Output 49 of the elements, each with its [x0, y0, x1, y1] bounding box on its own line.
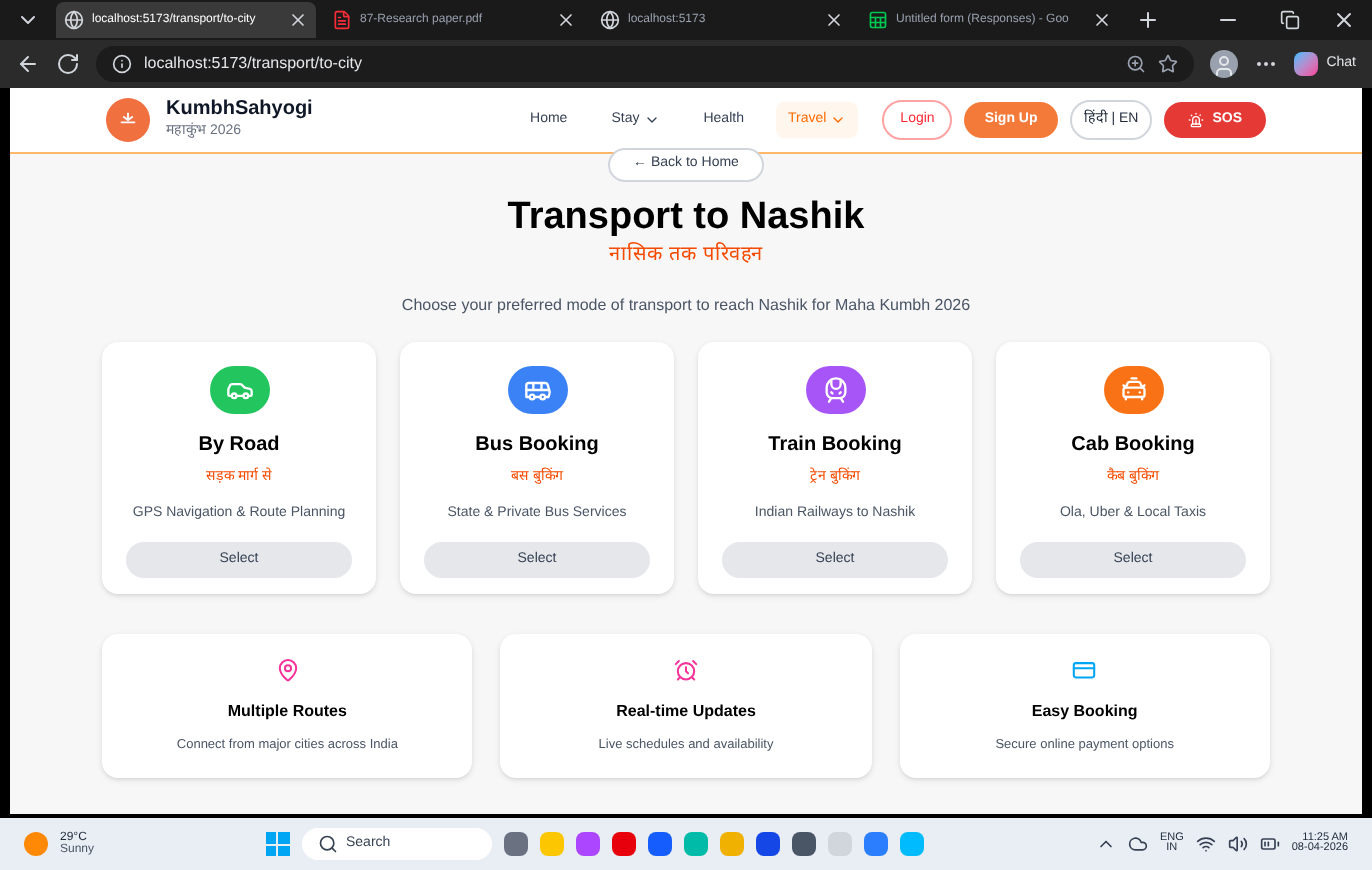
- taskbar-app-icon[interactable]: [575, 832, 600, 856]
- spreadsheet-icon: [868, 10, 888, 30]
- profile-avatar[interactable]: [1210, 50, 1239, 78]
- volume-icon[interactable]: [1227, 834, 1248, 854]
- page-subtitle: नासिक तक परिवहन: [609, 240, 763, 271]
- card-title: By Road: [198, 431, 280, 460]
- taskbar-app-icon[interactable]: [791, 832, 816, 856]
- wifi-icon[interactable]: [1195, 834, 1216, 854]
- logo-icon: [106, 98, 150, 142]
- close-icon[interactable]: [824, 10, 844, 30]
- siren-icon: [1188, 112, 1205, 128]
- map-pin-icon: [273, 658, 302, 683]
- card-title: Train Booking: [768, 431, 902, 460]
- feature-title: Real-time Updates: [616, 699, 756, 723]
- close-icon[interactable]: [1092, 10, 1112, 30]
- windows-start-icon[interactable]: [265, 832, 290, 856]
- globe-icon: [600, 10, 620, 30]
- info-icon[interactable]: [112, 54, 132, 74]
- pdf-icon: [332, 10, 352, 30]
- close-icon[interactable]: [1332, 8, 1356, 32]
- card-title: Cab Booking: [1071, 431, 1195, 460]
- taskbar-app-icon[interactable]: [647, 832, 672, 856]
- taskbar-app-icon[interactable]: [611, 832, 636, 856]
- taskbar-app-icon[interactable]: [503, 832, 528, 856]
- back-icon[interactable]: [16, 52, 40, 76]
- brand-name: KumbhSahyogi: [166, 98, 313, 122]
- close-icon[interactable]: [288, 10, 308, 30]
- chevron-icon: [830, 112, 847, 128]
- address-bar[interactable]: localhost:5173/transport/to-city: [96, 46, 1195, 82]
- chevron-icon: [643, 112, 660, 128]
- close-icon[interactable]: [556, 10, 576, 30]
- feature-title: Multiple Routes: [227, 699, 347, 723]
- battery-icon[interactable]: [1259, 834, 1280, 854]
- globe-icon: [64, 10, 84, 30]
- alarm-clock-icon: [671, 658, 700, 683]
- cloud-icon[interactable]: [1127, 834, 1148, 854]
- zoom-icon[interactable]: [1126, 54, 1147, 74]
- restore-icon[interactable]: [1280, 10, 1300, 30]
- star-icon[interactable]: [1158, 54, 1179, 74]
- taskbar-app-icon[interactable]: [863, 832, 888, 856]
- card-title: Bus Booking: [475, 431, 599, 460]
- credit-card-icon: [1070, 658, 1099, 683]
- search-icon: [317, 834, 338, 854]
- taskbar-app-icon[interactable]: [755, 832, 780, 856]
- page-title: Transport to Nashik: [507, 193, 865, 241]
- new-tab-icon[interactable]: [1136, 8, 1160, 32]
- page-description: Choose your preferred mode of transport to reach Nashik for Maha Kumbh 2026: [401, 294, 971, 319]
- reload-icon[interactable]: [56, 52, 80, 76]
- feature-title: Easy Booking: [1031, 699, 1138, 723]
